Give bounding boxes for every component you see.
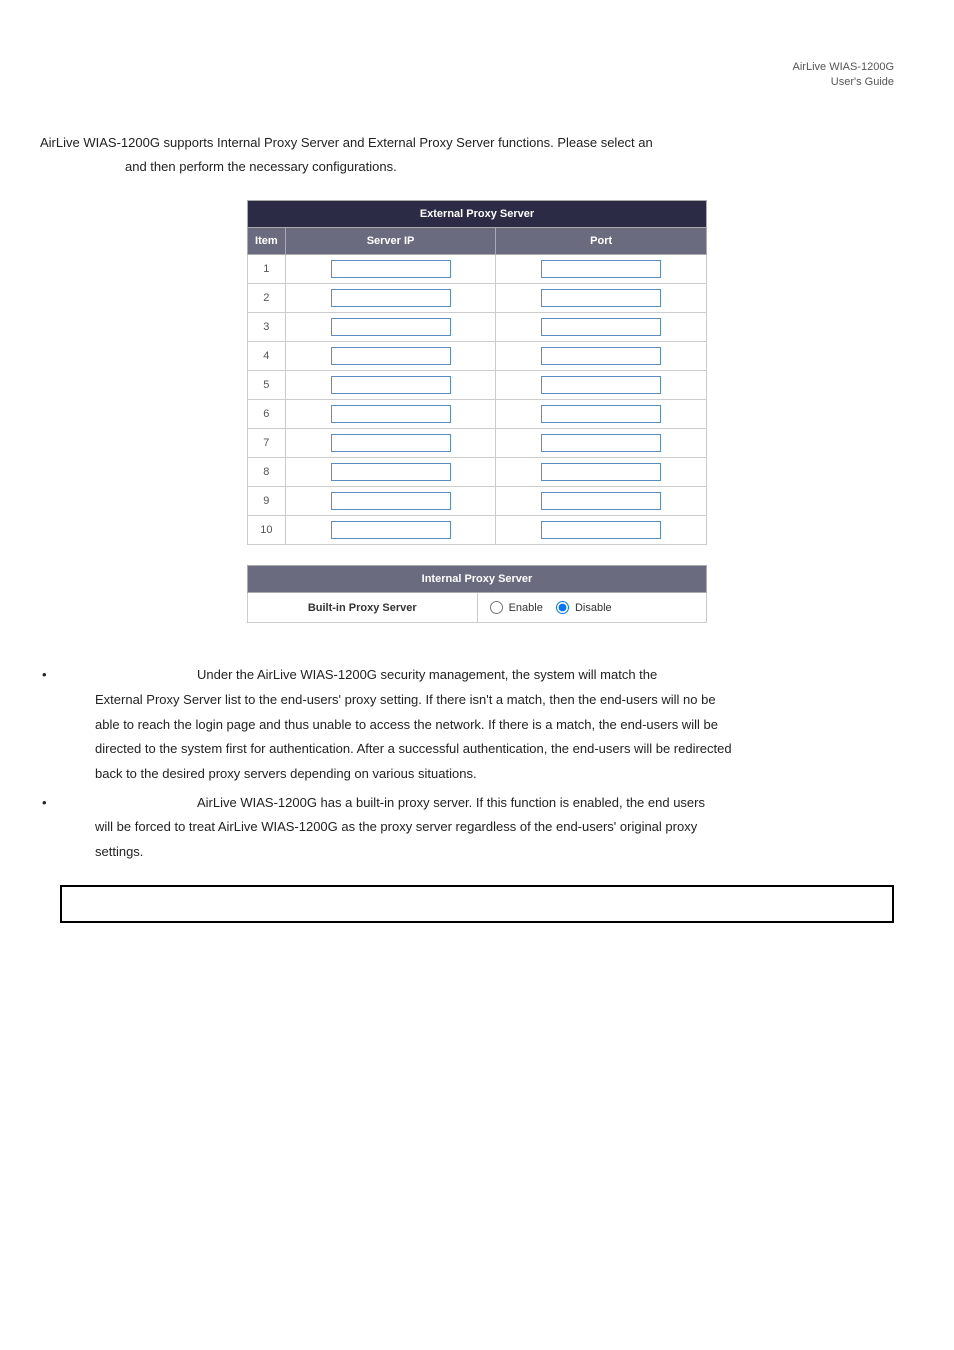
intro-line2: and then perform the necessary configura… [125,155,914,180]
serverip-cell [285,313,496,342]
table-row: 8 [248,458,707,487]
port-cell [496,516,707,545]
item-cell: 7 [248,429,286,458]
table-row: 6 [248,400,707,429]
table-row: 2 [248,284,707,313]
port-cell [496,342,707,371]
b2-l3: settings. [95,840,894,865]
port-input[interactable] [541,405,661,423]
serverip-input[interactable] [331,289,451,307]
serverip-cell [285,342,496,371]
port-input[interactable] [541,492,661,510]
enable-label[interactable]: Enable [490,602,546,614]
table-row: 9 [248,487,707,516]
ext-header-row: Item Server IP Port [248,228,707,255]
serverip-cell [285,400,496,429]
port-cell [496,429,707,458]
serverip-cell [285,429,496,458]
table-row: 3 [248,313,707,342]
item-cell: 9 [248,487,286,516]
table-row: 7 [248,429,707,458]
serverip-input[interactable] [331,347,451,365]
bullet-list: Under the AirLive WIAS-1200G security ma… [60,663,894,865]
serverip-cell [285,516,496,545]
b1-l1: Under the AirLive WIAS-1200G security ma… [197,667,657,682]
serverip-input[interactable] [331,376,451,394]
built-in-proxy-label: Built-in Proxy Server [248,593,478,623]
table-row: 4 [248,342,707,371]
product-name: AirLive WIAS-1200G [793,61,894,73]
serverip-input[interactable] [331,463,451,481]
table-row: 1 [248,255,707,284]
port-input[interactable] [541,463,661,481]
port-cell [496,371,707,400]
item-cell: 3 [248,313,286,342]
serverip-input[interactable] [331,434,451,452]
table-row: 5 [248,371,707,400]
note-box [60,885,894,923]
port-cell [496,255,707,284]
intro-line1: AirLive WIAS-1200G supports Internal Pro… [40,131,914,156]
ext-title-row: External Proxy Server [248,201,707,228]
b1-l4: directed to the system first for authent… [95,737,894,762]
radio-cell: Enable Disable [477,593,707,623]
port-input[interactable] [541,376,661,394]
port-input[interactable] [541,260,661,278]
int-title: Internal Proxy Server [248,566,707,593]
serverip-cell [285,284,496,313]
table-row: 10 [248,516,707,545]
port-cell [496,400,707,429]
item-cell: 8 [248,458,286,487]
b1-l3: able to reach the login page and thus un… [95,713,894,738]
ext-title: External Proxy Server [248,201,707,228]
serverip-cell [285,371,496,400]
port-input[interactable] [541,318,661,336]
disable-radio[interactable] [556,601,569,614]
int-row: Built-in Proxy Server Enable Disable [248,593,707,623]
int-title-row: Internal Proxy Server [248,566,707,593]
disable-text: Disable [575,602,612,614]
port-input[interactable] [541,521,661,539]
serverip-cell [285,255,496,284]
item-cell: 6 [248,400,286,429]
col-port: Port [496,228,707,255]
internal-proxy-table: Internal Proxy Server Built-in Proxy Ser… [247,565,707,623]
port-cell [496,313,707,342]
port-cell [496,458,707,487]
serverip-input[interactable] [331,521,451,539]
intro-text: AirLive WIAS-1200G supports Internal Pro… [40,131,914,180]
external-proxy-table: External Proxy Server Item Server IP Por… [247,200,707,545]
item-cell: 4 [248,342,286,371]
port-cell [496,487,707,516]
serverip-cell [285,487,496,516]
col-serverip: Server IP [285,228,496,255]
disable-label[interactable]: Disable [556,602,612,614]
col-item: Item [248,228,286,255]
serverip-input[interactable] [331,318,451,336]
item-cell: 5 [248,371,286,400]
doc-title: User's Guide [831,76,894,88]
serverip-input[interactable] [331,260,451,278]
port-input[interactable] [541,347,661,365]
item-cell: 2 [248,284,286,313]
b2-l2: will be forced to treat AirLive WIAS-120… [95,815,894,840]
port-cell [496,284,707,313]
bullet-int-proxy: AirLive WIAS-1200G has a built-in proxy … [60,791,894,865]
item-cell: 1 [248,255,286,284]
serverip-input[interactable] [331,405,451,423]
serverip-input[interactable] [331,492,451,510]
b1-l5: back to the desired proxy servers depend… [95,762,894,787]
page-header: AirLive WIAS-1200G User's Guide [40,0,914,131]
bullet-ext-proxy: Under the AirLive WIAS-1200G security ma… [60,663,894,786]
port-input[interactable] [541,289,661,307]
enable-radio[interactable] [490,601,503,614]
b1-l2: External Proxy Server list to the end-us… [95,688,894,713]
port-input[interactable] [541,434,661,452]
b2-l1: AirLive WIAS-1200G has a built-in proxy … [197,795,705,810]
tables-container: External Proxy Server Item Server IP Por… [247,200,707,623]
item-cell: 10 [248,516,286,545]
enable-text: Enable [509,602,543,614]
serverip-cell [285,458,496,487]
